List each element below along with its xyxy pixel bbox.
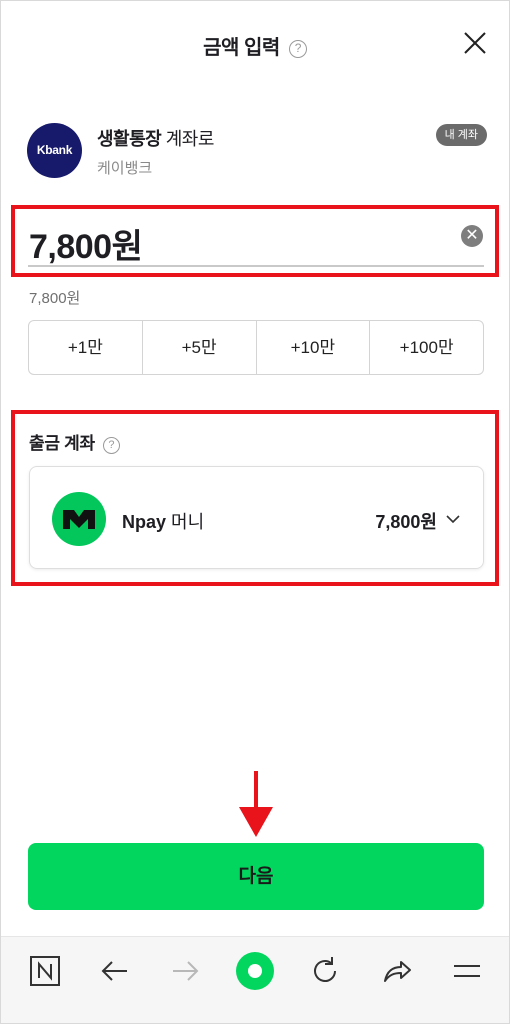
withdraw-account-select[interactable]: Npay 머니 7,800원 bbox=[29, 466, 484, 569]
forward-arrow-icon[interactable] bbox=[165, 951, 205, 991]
npay-brand: Npay bbox=[122, 512, 167, 532]
refresh-icon[interactable] bbox=[305, 951, 345, 991]
withdraw-title-text: 출금 계좌 bbox=[29, 434, 95, 453]
quick-add-50k-button[interactable]: +5만 bbox=[143, 321, 257, 374]
next-button[interactable]: 다음 bbox=[28, 843, 484, 910]
amount-input-screen: 금액 입력 ? Kbank 생활통장 계좌로 케이뱅크 내 계좌 7,800원 … bbox=[0, 0, 510, 1024]
home-circle-icon[interactable] bbox=[235, 951, 275, 991]
header: 금액 입력 ? bbox=[1, 1, 509, 85]
menu-icon[interactable] bbox=[447, 951, 487, 991]
question-circle-icon[interactable]: ? bbox=[288, 40, 307, 58]
recipient-account: Kbank 생활통장 계좌로 케이뱅크 내 계좌 bbox=[27, 121, 487, 181]
browser-bottom-bar bbox=[1, 936, 509, 1023]
close-icon bbox=[464, 32, 486, 54]
red-down-arrow-icon bbox=[239, 771, 273, 837]
question-circle-icon[interactable]: ? bbox=[102, 437, 120, 454]
amount-input[interactable]: 7,800원 bbox=[29, 219, 143, 268]
npay-money-icon bbox=[52, 492, 106, 546]
page-title: 금액 입력 ? bbox=[1, 31, 509, 60]
kbank-logo: Kbank bbox=[27, 123, 82, 178]
quick-add-1m-button[interactable]: +100만 bbox=[370, 321, 483, 374]
quick-add-10k-button[interactable]: +1만 bbox=[29, 321, 143, 374]
quick-add-100k-button[interactable]: +10만 bbox=[257, 321, 371, 374]
recipient-bank-name: 케이뱅크 bbox=[97, 160, 153, 177]
share-icon[interactable] bbox=[377, 951, 417, 991]
page-title-text: 금액 입력 bbox=[203, 37, 280, 59]
chevron-down-icon bbox=[446, 515, 460, 524]
account-name: 생활통장 bbox=[97, 129, 162, 149]
account-suffix: 계좌로 bbox=[161, 129, 215, 149]
withdraw-account-balance: 7,800원 bbox=[375, 512, 437, 532]
withdraw-section-title: 출금 계좌? bbox=[29, 429, 120, 454]
close-button[interactable] bbox=[461, 29, 489, 57]
back-arrow-icon[interactable] bbox=[95, 951, 135, 991]
recipient-account-name: 생활통장 계좌로 bbox=[97, 125, 214, 151]
my-account-badge: 내 계좌 bbox=[435, 124, 487, 146]
amount-underline bbox=[28, 265, 484, 267]
clear-amount-button[interactable]: ✕ bbox=[461, 225, 483, 247]
naver-n-icon[interactable] bbox=[25, 951, 65, 991]
quick-amount-buttons: +1만 +5만 +10만 +100만 bbox=[28, 320, 484, 375]
amount-readout: 7,800원 bbox=[29, 290, 81, 307]
npay-money-label: 머니 bbox=[166, 512, 205, 532]
withdraw-account-name: Npay 머니 bbox=[122, 508, 204, 534]
